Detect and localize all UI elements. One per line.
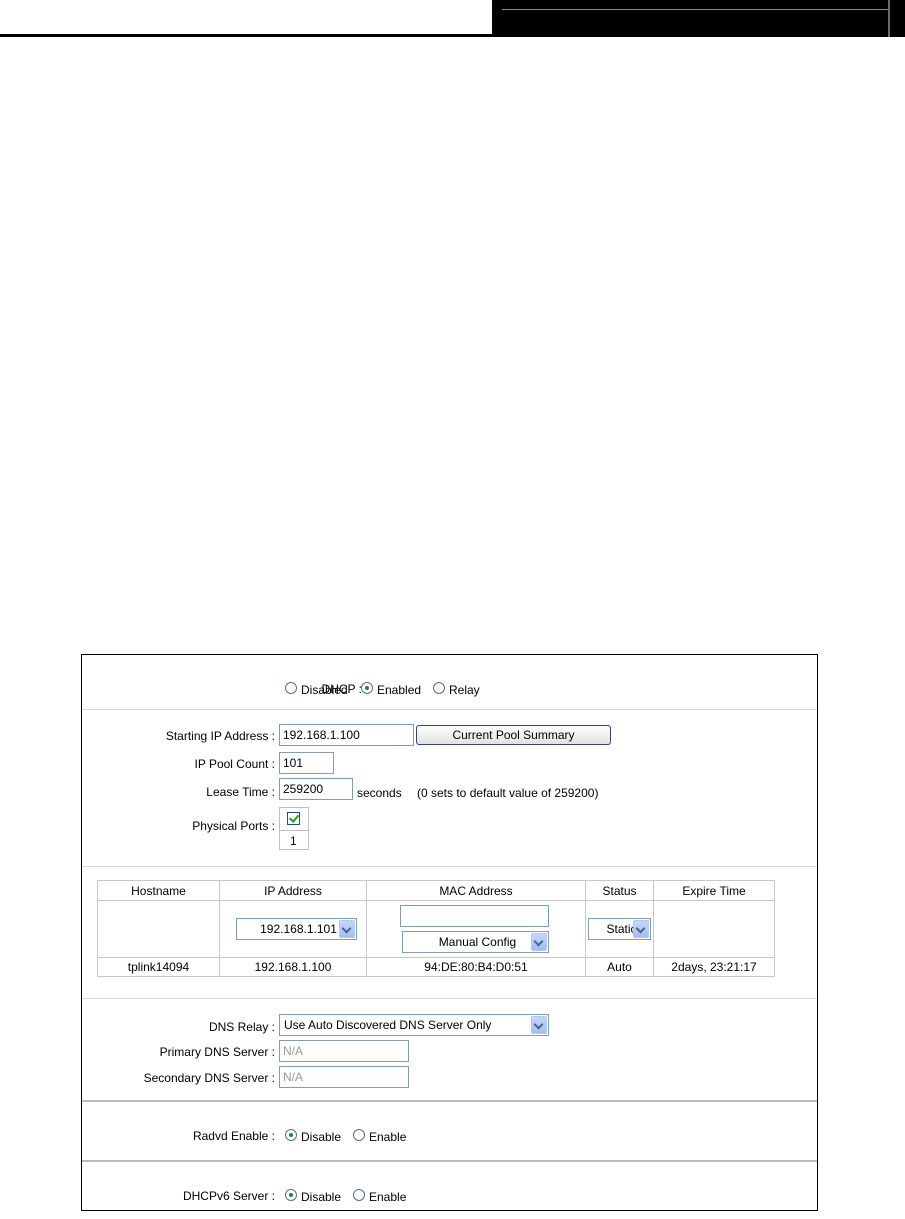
chevron-down-icon xyxy=(633,920,649,938)
column-header-expire-time: Expire Time xyxy=(653,880,775,901)
dhcp-relay-radio[interactable] xyxy=(433,682,445,694)
ip-cell: 192.168.1.100 xyxy=(219,957,367,977)
dhcp-settings-panel: DHCP : Disabled Enabled Relay Starting I… xyxy=(81,654,818,1211)
chevron-down-icon xyxy=(339,920,355,938)
mac-cell: 94:DE:80:B4:D0:51 xyxy=(366,957,586,977)
table-row: tplink14094 192.168.1.100 94:DE:80:B4:D0… xyxy=(97,957,775,977)
lease-time-unit: seconds xyxy=(357,786,402,800)
radvd-enable-option-label: Enable xyxy=(369,1130,407,1144)
radvd-enable-label: Radvd Enable : xyxy=(192,1129,275,1143)
radvd-enable-radio[interactable] xyxy=(353,1129,365,1141)
new-status-cell: Static xyxy=(585,900,654,958)
section-divider xyxy=(82,998,817,999)
dhcpv6-enable-option-label: Enable xyxy=(369,1190,407,1204)
starting-ip-input[interactable]: 192.168.1.100 xyxy=(279,724,414,746)
column-header-status: Status xyxy=(585,880,654,901)
dhcpv6-disable-label: Disable xyxy=(301,1190,342,1204)
new-ip-select-value: 192.168.1.101 xyxy=(260,922,337,936)
lease-time-label: Lease Time : xyxy=(206,785,275,799)
new-mac-select-value: Manual Config xyxy=(438,935,517,949)
chevron-down-icon xyxy=(531,933,547,951)
new-mac-input[interactable] xyxy=(400,905,549,927)
primary-dns-input[interactable]: N/A xyxy=(279,1040,409,1062)
dhcpv6-enable-radio[interactable] xyxy=(353,1189,365,1201)
column-header-hostname: Hostname xyxy=(97,880,220,901)
ip-pool-count-input[interactable]: 101 xyxy=(279,752,334,774)
port-divider xyxy=(280,830,308,831)
dhcpv6-server-label: DHCPv6 Server : xyxy=(182,1189,275,1203)
new-status-select-value: Static xyxy=(606,922,637,936)
dns-relay-label: DNS Relay : xyxy=(208,1020,275,1034)
column-header-ip-address: IP Address xyxy=(219,880,367,901)
port-1-checkbox[interactable] xyxy=(287,812,300,825)
dhcp-disabled-label: Disabled xyxy=(301,683,348,697)
dhcp-enabled-radio[interactable] xyxy=(361,682,373,694)
section-divider xyxy=(82,1160,817,1162)
port-1-number: 1 xyxy=(290,834,297,848)
current-pool-summary-button[interactable]: Current Pool Summary xyxy=(416,725,611,745)
column-header-mac-address: MAC Address xyxy=(366,880,586,901)
secondary-dns-input[interactable]: N/A xyxy=(279,1066,409,1088)
page-header-rule xyxy=(502,9,890,10)
chevron-down-icon xyxy=(531,1016,547,1034)
expire-cell: 2days, 23:21:17 xyxy=(653,957,775,977)
status-cell: Auto xyxy=(585,957,654,977)
new-expire-cell xyxy=(653,900,775,958)
table-row-new-entry: 192.168.1.101 Manual Config Static xyxy=(97,900,775,958)
ip-pool-count-label: IP Pool Count : xyxy=(194,757,276,771)
dns-relay-select-value: Use Auto Discovered DNS Server Only xyxy=(284,1018,492,1032)
starting-ip-label: Starting IP Address : xyxy=(165,729,275,743)
dns-relay-select[interactable]: Use Auto Discovered DNS Server Only xyxy=(279,1014,549,1036)
primary-dns-label: Primary DNS Server : xyxy=(159,1045,275,1059)
dhcpv6-disable-radio[interactable] xyxy=(285,1189,297,1201)
new-mac-cell: Manual Config xyxy=(366,900,586,958)
dhcp-leases-table: Hostname IP Address MAC Address Status E… xyxy=(97,880,775,977)
section-divider xyxy=(82,709,817,710)
physical-ports-box: 1 xyxy=(279,807,309,850)
secondary-dns-label: Secondary DNS Server : xyxy=(143,1071,275,1085)
new-status-select[interactable]: Static xyxy=(588,918,651,940)
table-header-row: Hostname IP Address MAC Address Status E… xyxy=(97,880,775,901)
radvd-disable-label: Disable xyxy=(301,1130,342,1144)
new-ip-cell: 192.168.1.101 xyxy=(219,900,367,958)
dhcp-disabled-radio[interactable] xyxy=(285,682,297,694)
section-divider xyxy=(82,866,817,867)
physical-ports-label: Physical Ports : xyxy=(192,819,275,833)
new-hostname-cell xyxy=(97,900,220,958)
dhcp-enabled-label: Enabled xyxy=(377,683,422,697)
hostname-cell: tplink14094 xyxy=(97,957,220,977)
new-mac-select[interactable]: Manual Config xyxy=(402,931,549,953)
page-header-block xyxy=(492,0,905,37)
page-header-edge xyxy=(888,0,890,37)
new-ip-select[interactable]: 192.168.1.101 xyxy=(236,918,357,940)
lease-time-input[interactable]: 259200 xyxy=(279,778,353,800)
lease-time-note: (0 sets to default value of 259200) xyxy=(417,786,599,800)
dhcp-relay-label: Relay xyxy=(449,683,480,697)
section-divider xyxy=(82,1100,817,1102)
radvd-disable-radio[interactable] xyxy=(285,1129,297,1141)
